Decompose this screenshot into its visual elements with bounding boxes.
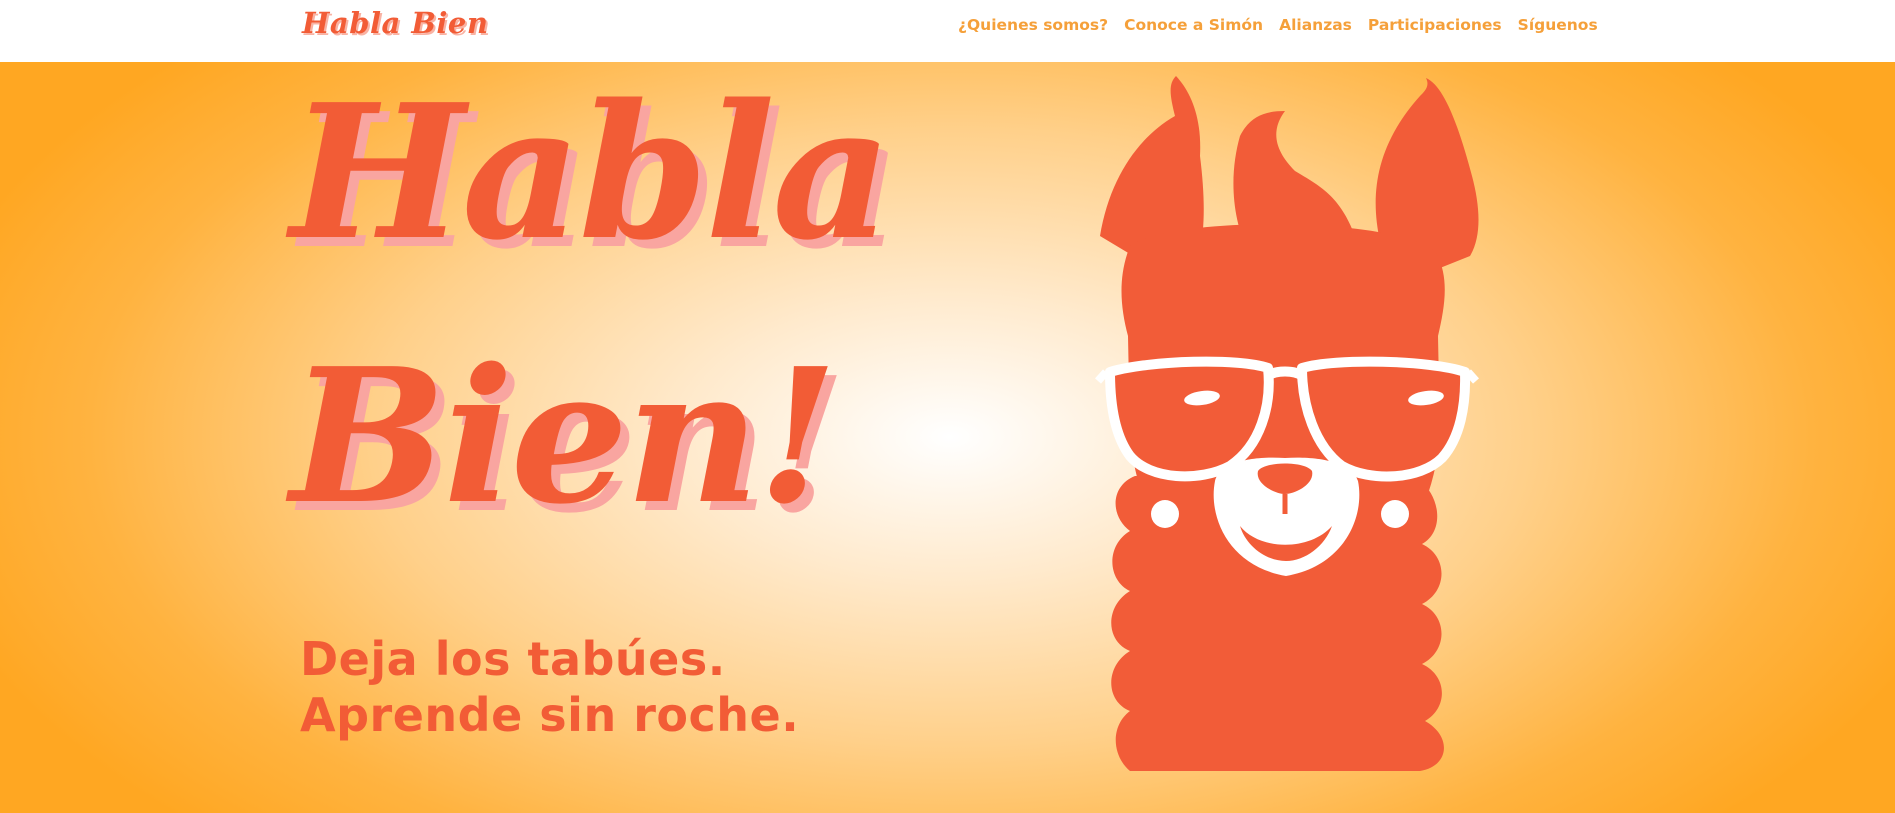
hero-tagline-line-2: Aprende sin roche. bbox=[300, 688, 800, 742]
hero-section: Habla Bien! Deja los tabúes. Aprende sin… bbox=[0, 62, 1895, 813]
hero-title-line-1: Habla bbox=[290, 63, 892, 281]
llama-with-sunglasses-icon bbox=[1095, 76, 1479, 771]
nav-item-alianzas[interactable]: Alianzas bbox=[1279, 16, 1352, 34]
site-header: Habla Bien ¿Quienes somos? Conoce a Simó… bbox=[0, 0, 1895, 63]
nav-item-conoce-a-simon[interactable]: Conoce a Simón bbox=[1124, 16, 1263, 34]
hero-tagline-line-1: Deja los tabúes. bbox=[300, 632, 726, 686]
nav-item-siguenos[interactable]: Síguenos bbox=[1518, 16, 1598, 34]
site-logo[interactable]: Habla Bien bbox=[302, 6, 488, 40]
nav-item-participaciones[interactable]: Participaciones bbox=[1368, 16, 1502, 34]
main-nav: ¿Quienes somos? Conoce a Simón Alianzas … bbox=[958, 16, 1598, 34]
nav-item-quienes-somos[interactable]: ¿Quienes somos? bbox=[958, 16, 1108, 34]
hero-title-line-2: Bien! bbox=[290, 327, 838, 545]
